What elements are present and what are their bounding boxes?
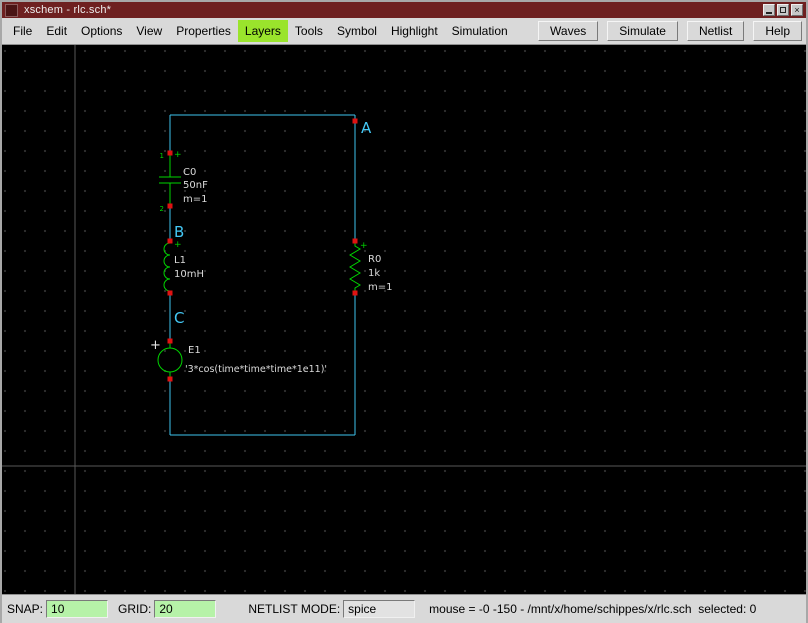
minimize-button[interactable] — [763, 4, 775, 16]
simulate-button[interactable]: Simulate — [607, 21, 678, 41]
node-label-b[interactable]: B — [174, 223, 184, 241]
pin-source-minus[interactable] — [167, 376, 173, 382]
resistor-zigzag — [349, 241, 361, 293]
netlist-mode-input[interactable] — [343, 600, 416, 618]
pin-resistor-2[interactable] — [352, 290, 358, 296]
netlist-button[interactable]: Netlist — [686, 21, 745, 41]
pin-node-a[interactable] — [352, 118, 358, 124]
maximize-button[interactable] — [777, 4, 789, 16]
maximize-icon — [780, 7, 786, 13]
pin-source-plus[interactable] — [167, 338, 173, 344]
pin-capacitor-1[interactable] — [167, 150, 173, 156]
schematic-canvas[interactable]: + 1 2 C0 50nF m=1 + L1 10mH + E1 '3*cos(… — [2, 45, 806, 594]
node-label-a[interactable]: A — [361, 119, 372, 137]
capacitor-pin1-number: 1 — [160, 152, 164, 160]
menu-symbol[interactable]: Symbol — [330, 20, 384, 42]
capacitor-pin2-number: 2 — [160, 205, 164, 213]
source-name-label[interactable]: E1 — [188, 345, 201, 356]
snap-input[interactable] — [46, 600, 109, 618]
voltage-source-symbol[interactable] — [157, 341, 183, 379]
menu-tools[interactable]: Tools — [288, 20, 330, 42]
waves-button[interactable]: Waves — [538, 21, 599, 41]
schematic-drawing[interactable]: + 1 2 C0 50nF m=1 + L1 10mH + E1 '3*cos(… — [2, 45, 806, 594]
netlist-mode-label: NETLIST MODE: — [248, 602, 341, 616]
source-value-label[interactable]: '3*cos(time*time*time*1e11)' — [185, 364, 327, 375]
menu-options[interactable]: Options — [74, 20, 129, 42]
close-button[interactable]: × — [791, 4, 803, 16]
pin-inductor-2[interactable] — [167, 290, 173, 296]
statusbar: SNAP: GRID: NETLIST MODE: mouse = -0 -15… — [2, 594, 806, 623]
snap-label: SNAP: — [7, 602, 44, 616]
titlebar: xschem - rlc.sch* × — [2, 2, 806, 18]
menu-edit[interactable]: Edit — [39, 20, 74, 42]
window-menu-icon[interactable] — [5, 3, 18, 17]
source-polarity-plus: + — [150, 338, 161, 353]
inductor-value-label[interactable]: 10mH — [174, 269, 204, 280]
capacitor-value-label[interactable]: 50nF — [183, 180, 208, 191]
inductor-plus-mark: + — [174, 240, 182, 250]
mouse-info: mouse = -0 -150 - /mnt/x/home/schippes/x… — [429, 602, 757, 616]
inductor-name-label[interactable]: L1 — [174, 255, 186, 266]
capacitor-name-label[interactable]: C0 — [183, 167, 196, 178]
source-circle — [157, 347, 183, 373]
capacitor-mult-label[interactable]: m=1 — [183, 194, 207, 205]
resistor-name-label[interactable]: R0 — [368, 254, 381, 265]
pin-resistor-1[interactable] — [352, 238, 358, 244]
window-title: xschem - rlc.sch* — [24, 4, 112, 16]
grid-label: GRID: — [118, 602, 152, 616]
help-button[interactable]: Help — [753, 21, 802, 41]
capacitor-plus-mark: + — [174, 150, 182, 160]
menu-properties[interactable]: Properties — [169, 20, 238, 42]
pin-inductor-1[interactable] — [167, 238, 173, 244]
menu-layers[interactable]: Layers — [237, 20, 288, 42]
resistor-symbol[interactable] — [349, 241, 361, 293]
inductor-coil — [163, 241, 171, 293]
menu-highlight[interactable]: Highlight — [384, 20, 445, 42]
menubar: File Edit Options View Properties Layers… — [2, 18, 806, 45]
menu-file[interactable]: File — [6, 20, 39, 42]
xschem-window: xschem - rlc.sch* × File Edit Options Vi… — [0, 0, 808, 623]
menu-simulation[interactable]: Simulation — [445, 20, 515, 42]
grid-input[interactable] — [154, 600, 217, 618]
capacitor-symbol[interactable] — [159, 153, 181, 206]
window-buttons: × — [763, 4, 803, 16]
pin-capacitor-2[interactable] — [167, 203, 173, 209]
resistor-value-label[interactable]: 1k — [368, 268, 380, 279]
node-label-c[interactable]: C — [174, 309, 184, 327]
inductor-symbol[interactable] — [163, 241, 171, 293]
menu-view[interactable]: View — [129, 20, 169, 42]
resistor-mult-label[interactable]: m=1 — [368, 282, 392, 293]
minimize-icon — [766, 12, 772, 14]
resistor-plus-mark: + — [360, 241, 368, 251]
